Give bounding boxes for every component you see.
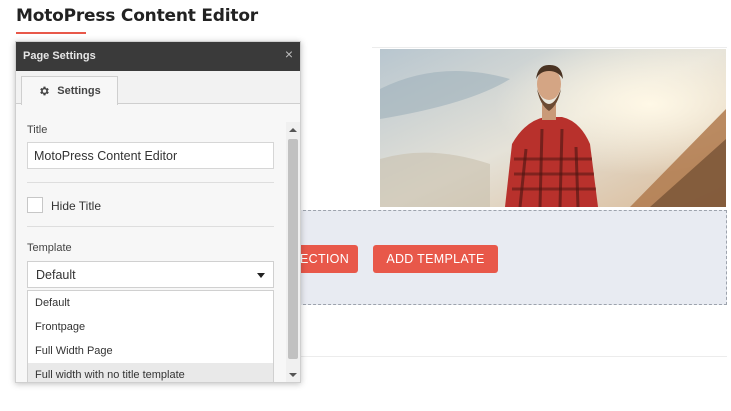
title-field-label: Title <box>27 124 48 136</box>
scroll-down-icon[interactable] <box>289 373 297 377</box>
page-settings-dialog: Page Settings × Settings Title Hide Titl… <box>15 41 301 383</box>
dialog-scrollbar[interactable] <box>286 122 300 382</box>
hero-image[interactable] <box>380 49 726 207</box>
page-heading: MotoPress Content Editor <box>16 6 258 26</box>
hide-title-checkbox[interactable] <box>27 197 43 213</box>
close-icon[interactable]: × <box>285 47 293 61</box>
scroll-up-icon[interactable] <box>289 128 297 132</box>
divider <box>27 182 274 183</box>
add-template-button[interactable]: ADD TEMPLATE <box>373 245 498 273</box>
divider <box>27 226 274 227</box>
scrollbar-thumb[interactable] <box>288 139 298 359</box>
template-select-value: Default <box>36 268 76 282</box>
editor-section[interactable] <box>298 210 727 305</box>
chevron-down-icon <box>257 273 265 278</box>
heading-underline <box>16 32 86 34</box>
tab-bar: Settings <box>16 71 300 105</box>
template-dropdown: Default Frontpage Full Width Page Full w… <box>27 290 274 382</box>
title-input[interactable] <box>27 142 274 169</box>
tab-settings[interactable]: Settings <box>21 76 118 105</box>
template-option-frontpage[interactable]: Frontpage <box>28 315 273 339</box>
dialog-title: Page Settings <box>23 50 96 62</box>
content-divider <box>300 356 727 357</box>
hide-title-label: Hide Title <box>51 199 102 213</box>
dialog-titlebar[interactable]: Page Settings × <box>16 42 300 71</box>
template-option-full-width[interactable]: Full Width Page <box>28 339 273 363</box>
add-section-button[interactable]: ECTION <box>292 245 358 273</box>
content-divider <box>372 47 727 48</box>
template-field-label: Template <box>27 242 72 254</box>
tab-label: Settings <box>57 85 101 97</box>
gear-icon <box>40 86 50 96</box>
template-select[interactable]: Default <box>27 261 274 288</box>
template-option-default[interactable]: Default <box>28 291 273 315</box>
template-option-full-width-no-title[interactable]: Full width with no title template <box>28 363 273 382</box>
